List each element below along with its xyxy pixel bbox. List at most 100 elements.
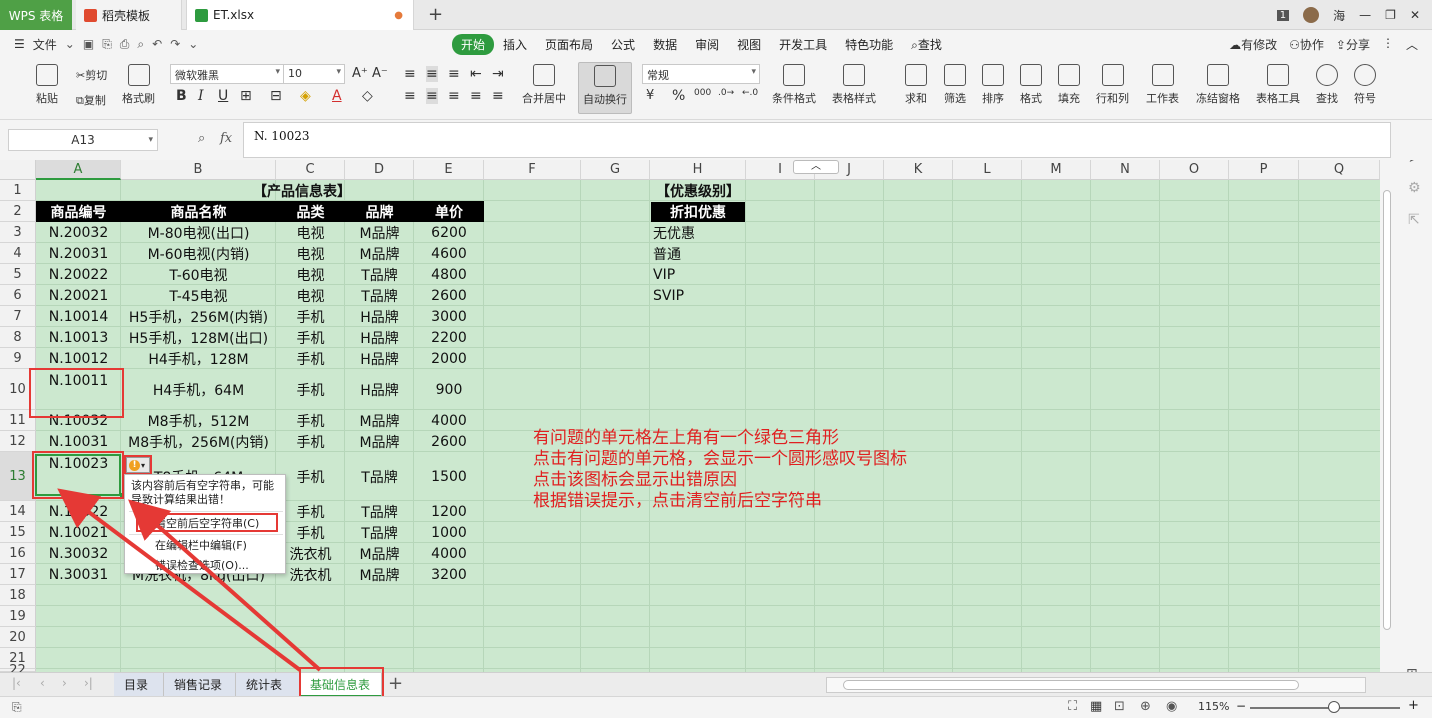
distributed-icon[interactable]: ≡ (492, 88, 504, 104)
page-break-view-icon[interactable]: ⊡ (1114, 699, 1125, 714)
insert-function-icon[interactable]: fx (220, 131, 232, 146)
fullscreen-icon[interactable]: ⛶ (1068, 699, 1077, 714)
font-grow-icon[interactable]: A⁺ (352, 66, 368, 81)
zoom-in-icon[interactable]: + (1408, 698, 1419, 713)
tab-special-features[interactable]: 特色功能 (836, 34, 902, 55)
eye-protection-icon[interactable]: ◉ (1166, 699, 1177, 714)
format-painter-button[interactable]: 格式刷 (122, 64, 155, 106)
tab-developer[interactable]: 开发工具 (770, 34, 836, 55)
minimize-icon[interactable]: — (1359, 8, 1371, 22)
currency-icon[interactable]: ¥ (646, 88, 654, 103)
justify-icon[interactable]: ≡ (470, 88, 482, 104)
worksheet-button[interactable]: 工作表 (1146, 64, 1179, 106)
increase-decimal-icon[interactable]: .0→ (718, 88, 734, 98)
tab-home[interactable]: 开始 (452, 34, 495, 55)
sort-button[interactable]: 排序 (982, 64, 1004, 106)
first-sheet-icon[interactable]: |‹ (12, 676, 21, 690)
modified-button[interactable]: ☁有修改 (1229, 36, 1277, 53)
align-bottom-icon[interactable]: ≡ (448, 66, 460, 82)
tab-page-layout[interactable]: 页面布局 (536, 34, 602, 55)
normal-view-icon[interactable]: ▦ (1090, 699, 1102, 714)
horizontal-scrollbar[interactable] (826, 677, 1366, 693)
font-shrink-icon[interactable]: A⁻ (372, 66, 388, 81)
align-left-icon[interactable]: ≡ (404, 88, 416, 104)
clear-format-icon[interactable]: ◇ (362, 88, 373, 104)
tab-formulas[interactable]: 公式 (602, 34, 644, 55)
auto-wrap-button[interactable]: 自动换行 (578, 62, 632, 114)
restore-icon[interactable]: ❐ (1385, 8, 1396, 22)
collapse-formula-icon[interactable]: ︿ (793, 160, 839, 174)
sheet-grid[interactable]: ABCDEFGHIJKLMNOPQ 1 2 3 4 5 6 7 8 9 10 11 12 13 14 15 1… (0, 160, 1432, 672)
fill-color-icon[interactable]: ◈ (300, 88, 311, 104)
indent-increase-icon[interactable]: ⇥ (492, 66, 504, 82)
vertical-scroll-thumb[interactable] (1383, 190, 1391, 630)
print-icon[interactable]: ⎙ (120, 37, 130, 52)
find-button[interactable]: 查找 (1316, 64, 1338, 106)
font-size-select[interactable]: 10 ▾ (283, 64, 345, 84)
percent-button[interactable]: % (672, 88, 685, 104)
collapse-ribbon-icon[interactable]: ︿ (1406, 36, 1418, 53)
tab-data[interactable]: 数据 (644, 34, 686, 55)
export-pdf-icon[interactable]: ⎘ (102, 37, 112, 52)
tab-wps-sheets[interactable]: WPS 表格 (0, 0, 72, 30)
number-format-select[interactable]: 常规 ▾ (642, 64, 760, 84)
pointer-icon[interactable]: ➤ (1408, 160, 1420, 166)
hamburger-icon[interactable]: ☰ (14, 37, 25, 51)
table-tools-button[interactable]: 表格工具 (1256, 64, 1300, 106)
font-color-button[interactable]: A (332, 88, 342, 104)
name-box[interactable]: A13 ▾ (8, 129, 158, 151)
format-button[interactable]: 格式 (1020, 64, 1042, 106)
file-menu[interactable]: 文件 (33, 36, 57, 53)
fill-button[interactable]: 填充 (1058, 64, 1080, 106)
paste-button[interactable]: 粘贴 (36, 64, 58, 106)
tab-review[interactable]: 审阅 (686, 34, 728, 55)
rows-columns-button[interactable]: 行和列 (1096, 64, 1129, 106)
thousands-button[interactable]: 000 (694, 88, 711, 98)
zoom-formula-icon[interactable]: ⌕ (198, 131, 205, 146)
vertical-scrollbar[interactable] (1380, 160, 1394, 672)
chevron-down-icon[interactable]: ⌄ (65, 37, 75, 51)
align-top-icon[interactable]: ≡ (404, 66, 416, 82)
add-sheet-icon[interactable]: + (388, 673, 403, 694)
macro-record-icon[interactable]: ⎘ (12, 700, 22, 715)
freeze-panes-button[interactable]: 冻结窗格 (1196, 64, 1240, 106)
print-preview-icon[interactable]: ⌕ (137, 37, 144, 52)
filter-button[interactable]: 筛选 (944, 64, 966, 106)
horizontal-scroll-thumb[interactable] (843, 680, 1299, 690)
font-name-select[interactable]: 微软雅黑 ▾ (170, 64, 284, 84)
cell-style-icon[interactable]: ⊟ (270, 88, 282, 104)
formula-input[interactable]: N. 10023 (243, 122, 1391, 158)
italic-button[interactable]: I (198, 88, 204, 104)
sum-button[interactable]: 求和 (905, 64, 927, 106)
settings-sliders-icon[interactable]: ⚙ (1408, 180, 1421, 196)
tab-view[interactable]: 视图 (728, 34, 770, 55)
conditional-format-button[interactable]: 条件格式 (772, 64, 816, 106)
tab-et-xlsx[interactable]: ET.xlsx ● (186, 0, 414, 30)
zoom-slider-knob[interactable] (1328, 701, 1340, 713)
prev-sheet-icon[interactable]: ‹ (40, 676, 45, 690)
table-style-button[interactable]: 表格样式 (832, 64, 876, 106)
next-sheet-icon[interactable]: › (62, 676, 67, 690)
sheet-tab-toc[interactable]: 目录 (114, 673, 164, 697)
avatar[interactable] (1303, 7, 1320, 23)
new-tab-icon[interactable]: + (428, 4, 443, 25)
symbol-button[interactable]: 符号 (1354, 64, 1376, 106)
window-count-badge[interactable]: 1 (1276, 9, 1290, 21)
decrease-decimal-icon[interactable]: ←.0 (742, 88, 758, 98)
underline-button[interactable]: U (218, 88, 228, 104)
zoom-out-icon[interactable]: − (1236, 699, 1246, 713)
copy-button[interactable]: ⧉复制 (76, 92, 106, 108)
bold-button[interactable]: B (176, 88, 187, 104)
zoom-level[interactable]: 115% (1198, 700, 1229, 713)
undo-icon[interactable]: ↶ (152, 37, 162, 51)
align-right-icon[interactable]: ≡ (448, 88, 460, 104)
redo-icon[interactable]: ↷ (170, 37, 180, 51)
save-icon[interactable]: ▣ (83, 37, 94, 51)
align-middle-icon[interactable]: ≡ (426, 66, 438, 82)
align-center-icon[interactable]: ≡ (426, 88, 438, 104)
indent-decrease-icon[interactable]: ⇤ (470, 66, 482, 82)
tab-insert[interactable]: 插入 (494, 34, 536, 55)
sheet-tab-stats[interactable]: 统计表 (236, 673, 300, 697)
share-button[interactable]: ⇪分享 (1336, 36, 1370, 53)
customize-quick-access-icon[interactable]: ⌄ (188, 37, 198, 51)
